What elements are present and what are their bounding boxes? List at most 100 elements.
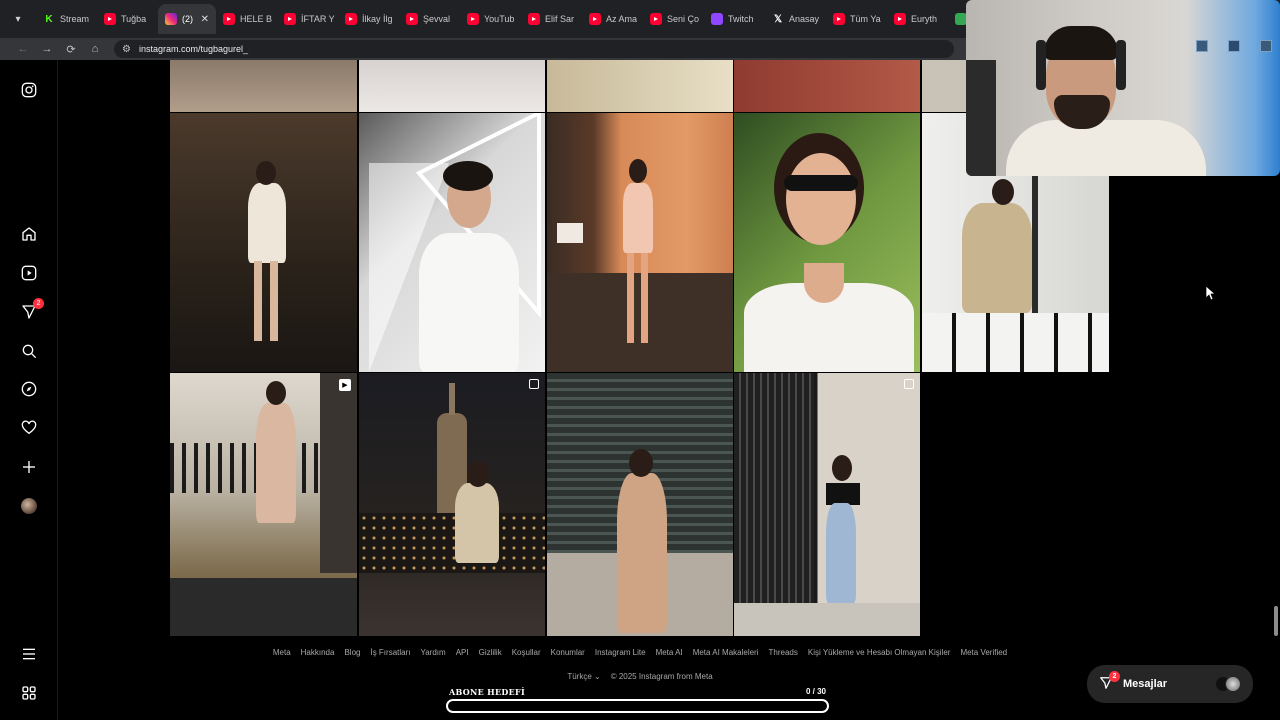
forward-button[interactable]: →: [36, 43, 58, 55]
youtube-icon: [104, 13, 116, 25]
post-thumbnail[interactable]: [547, 373, 733, 636]
tab-label: YouTub: [484, 14, 515, 24]
browser-tab[interactable]: YouTub: [460, 4, 521, 34]
messages-button[interactable]: 2 Mesajlar: [1087, 665, 1253, 703]
footer-link[interactable]: Meta AI Makaleleri: [693, 648, 759, 657]
back-button[interactable]: ←: [12, 43, 34, 55]
x-icon: 𝕏: [773, 13, 783, 25]
message-avatars: [1215, 676, 1241, 692]
tab-label: Tüm Ya: [850, 14, 881, 24]
post-thumbnail[interactable]: [359, 60, 545, 112]
reel-indicator-icon: ▶: [339, 379, 351, 391]
browser-tab[interactable]: Euryth: [887, 4, 948, 34]
tab-label: Euryth: [911, 14, 938, 24]
footer-link[interactable]: Gizlilik: [479, 648, 502, 657]
direct-messages-icon[interactable]: 2: [21, 298, 44, 320]
footer-link[interactable]: Meta AI: [656, 648, 683, 657]
carousel-indicator-icon: [904, 379, 914, 389]
tab-label: Az Ama: [606, 14, 638, 24]
browser-tab[interactable]: 𝕏 Anasay: [765, 4, 826, 34]
subscriber-goal-widget: ABONE HEDEFİ 0 / 30: [446, 687, 829, 715]
home-icon[interactable]: [21, 226, 37, 242]
tab-label: Elif Sar: [545, 14, 575, 24]
post-thumbnail[interactable]: [734, 60, 920, 112]
close-tab-icon[interactable]: ✕: [201, 14, 209, 25]
home-button[interactable]: ⌂: [84, 43, 106, 55]
youtube-icon: [833, 13, 845, 25]
post-thumbnail[interactable]: [734, 373, 920, 636]
post-thumbnail[interactable]: [359, 113, 545, 372]
browser-tab[interactable]: Elif Sar: [521, 4, 582, 34]
page-scrollbar[interactable]: [1274, 606, 1278, 636]
instagram-sidebar: 2: [0, 60, 58, 720]
create-post-icon[interactable]: [21, 459, 37, 475]
footer-link[interactable]: Kişi Yükleme ve Hesabı Olmayan Kişiler: [808, 648, 951, 657]
site-settings-icon[interactable]: ⚙: [122, 44, 131, 55]
instagram-icon: [165, 13, 177, 25]
post-thumbnail[interactable]: [170, 60, 357, 112]
browser-tab[interactable]: Tuğba: [97, 4, 158, 34]
browser-tab[interactable]: Twitch: [704, 4, 765, 34]
address-bar[interactable]: ⚙ instagram.com/tugbagurel_: [114, 40, 954, 58]
twitch-icon: [711, 13, 723, 25]
browser-tab[interactable]: Şevval: [399, 4, 460, 34]
browser-tab[interactable]: İlkay İlg: [338, 4, 399, 34]
browser-tab[interactable]: Az Ama: [582, 4, 643, 34]
browser-tab[interactable]: İFTAR Y: [277, 4, 338, 34]
youtube-icon: [528, 13, 540, 25]
meta-apps-icon[interactable]: [21, 685, 37, 701]
browser-tab[interactable]: Tüm Ya: [826, 4, 887, 34]
tab-label: Şevval: [423, 14, 451, 24]
post-thumbnail[interactable]: [547, 113, 733, 372]
browser-tab[interactable]: Seni Ço: [643, 4, 704, 34]
copyright-text: © 2025 Instagram from Meta: [610, 672, 713, 681]
browser-tab[interactable]: K Stream: [36, 4, 97, 34]
reels-icon[interactable]: [21, 265, 37, 281]
explore-icon[interactable]: [21, 381, 37, 397]
tab-label: (2): [182, 14, 193, 24]
heart-icon[interactable]: [21, 420, 37, 436]
messages-label: Mesajlar: [1123, 678, 1168, 690]
footer-link[interactable]: Blog: [344, 648, 360, 657]
footer-link[interactable]: Hakkında: [301, 648, 335, 657]
language-selector[interactable]: Türkçe ⌄: [567, 672, 600, 681]
footer-link[interactable]: API: [456, 648, 469, 657]
search-icon[interactable]: [21, 343, 37, 359]
direct-messages-icon: 2: [1099, 670, 1120, 693]
post-thumbnail[interactable]: [922, 60, 966, 112]
footer-links: Meta Hakkında Blog İş Fırsatları Yardım API Gi…: [170, 648, 1110, 657]
reload-button[interactable]: ⟳: [60, 43, 82, 56]
footer-link[interactable]: Threads: [769, 648, 798, 657]
footer-link[interactable]: Koşullar: [512, 648, 541, 657]
webcam-overlay: [966, 0, 1280, 176]
post-thumbnail[interactable]: [734, 113, 920, 372]
youtube-icon: [650, 13, 662, 25]
footer-link[interactable]: Instagram Lite: [595, 648, 646, 657]
tab-label: HELE B: [240, 14, 273, 24]
more-menu-icon[interactable]: [21, 646, 37, 662]
footer-link[interactable]: Meta: [273, 648, 291, 657]
tab-label: Seni Ço: [667, 14, 700, 24]
url-text: instagram.com/tugbagurel_: [138, 44, 249, 54]
footer-link[interactable]: Yardım: [420, 648, 445, 657]
post-thumbnail[interactable]: [170, 113, 357, 372]
instagram-logo-icon[interactable]: [21, 82, 37, 98]
tab-search-button[interactable]: ▾: [8, 9, 28, 29]
post-thumbnail[interactable]: [547, 60, 733, 112]
footer-link[interactable]: Konumlar: [551, 648, 585, 657]
chevron-down-icon: ⌄: [594, 672, 601, 681]
browser-tab[interactable]: (2) ✕: [158, 4, 216, 34]
browser-tab[interactable]: HELE B: [216, 4, 277, 34]
post-thumbnail[interactable]: [359, 373, 545, 636]
post-thumbnail-overlay: [170, 578, 357, 635]
tab-label: Twitch: [728, 14, 754, 24]
tab-list: K Stream Tuğba (2) ✕ HELE B İFTAR Y İlkay İlg Şe…: [36, 4, 1009, 34]
footer-link[interactable]: Meta Verified: [960, 648, 1007, 657]
tab-label: Stream: [60, 14, 90, 24]
profile-avatar[interactable]: [21, 498, 37, 514]
footer-link[interactable]: İş Fırsatları: [370, 648, 410, 657]
kick-icon: K: [45, 13, 53, 25]
tab-label: İFTAR Y: [301, 14, 335, 24]
youtube-icon: [223, 13, 235, 25]
messages-count-badge: 2: [1109, 670, 1120, 682]
